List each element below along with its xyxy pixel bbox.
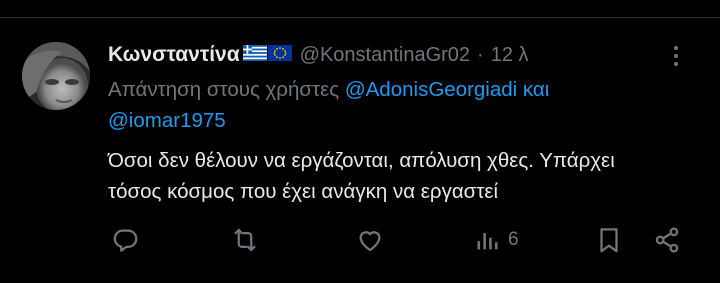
divider bbox=[0, 17, 720, 18]
views-icon bbox=[474, 225, 502, 255]
eu-flag-icon bbox=[267, 44, 292, 66]
bookmark-button[interactable] bbox=[594, 222, 624, 258]
mention-link[interactable]: @iomar1975 bbox=[108, 109, 226, 132]
more-icon[interactable] bbox=[666, 44, 686, 68]
separator: · bbox=[477, 43, 484, 66]
tweet-header: Κωνσταντίνα @KonstantinaGr02 · 12 λ bbox=[108, 40, 698, 70]
timestamp[interactable]: 12 λ bbox=[491, 44, 529, 66]
tweet-text-line: Όσοι δεν θέλουν να εργάζονται, απόλυση χ… bbox=[108, 149, 615, 172]
retweet-icon bbox=[230, 225, 260, 255]
bookmark-icon bbox=[594, 225, 624, 255]
mention-link[interactable]: @AdonisGeorgiadi bbox=[345, 78, 517, 101]
views-button[interactable]: 6 bbox=[474, 222, 519, 258]
like-button[interactable] bbox=[355, 222, 385, 258]
share-icon bbox=[652, 225, 682, 255]
conjunction: και bbox=[522, 78, 550, 101]
action-bar: 6 bbox=[108, 222, 698, 258]
views-count: 6 bbox=[508, 229, 519, 250]
reply-button[interactable] bbox=[110, 222, 140, 258]
like-icon bbox=[355, 225, 385, 255]
greece-flag-icon bbox=[242, 44, 267, 66]
tweet-text: Όσοι δεν θέλουν να εργάζονται, απόλυση χ… bbox=[108, 145, 698, 207]
reply-context: Απάντηση στους χρήστες @AdonisGeorgiadi … bbox=[108, 74, 698, 136]
display-name[interactable]: Κωνσταντίνα bbox=[108, 43, 240, 67]
reply-icon bbox=[110, 225, 140, 255]
user-handle[interactable]: @KonstantinaGr02 bbox=[300, 44, 470, 66]
retweet-button[interactable] bbox=[230, 222, 260, 258]
tweet-text-line: τόσος κόσμος που έχει ανάγκη να εργαστεί bbox=[108, 180, 499, 203]
avatar[interactable] bbox=[22, 42, 90, 110]
tweet-body: Κωνσταντίνα @KonstantinaGr02 · 12 λ Απάν… bbox=[108, 40, 698, 207]
reply-prefix: Απάντηση στους χρήστες bbox=[108, 78, 340, 101]
share-button[interactable] bbox=[652, 222, 682, 258]
